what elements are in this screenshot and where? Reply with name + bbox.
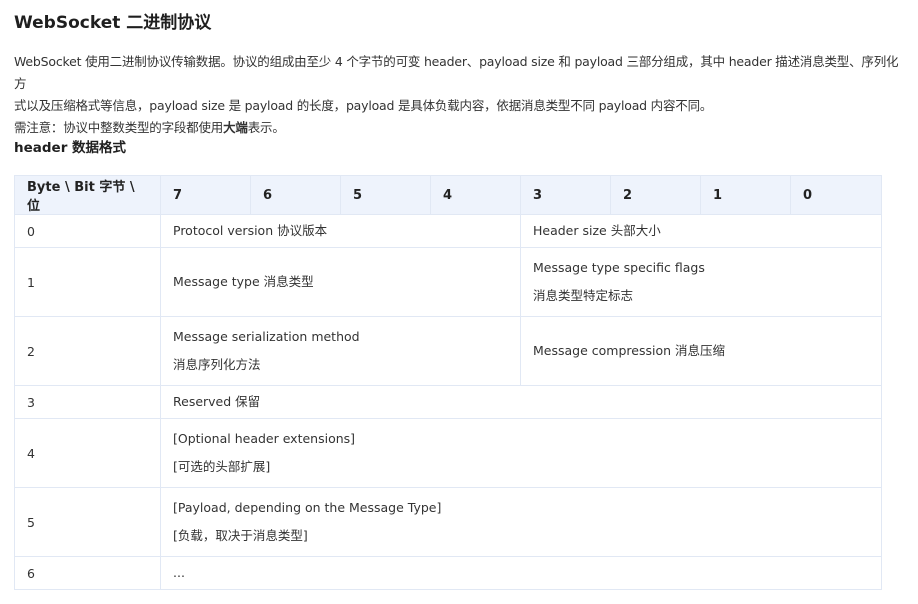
page-title: WebSocket 二进制协议: [14, 13, 212, 33]
note-prefix: 需注意：协议中整数类型的字段都使用: [14, 120, 224, 135]
cell-text: Message type 消息类型: [173, 274, 314, 289]
intro-line-2: 式以及压缩格式等信息，payload size 是 payload 的长度，pa…: [14, 98, 713, 113]
high-nibble-cell: Message type 消息类型: [160, 247, 521, 317]
cell-text: Message compression 消息压缩: [533, 343, 725, 358]
cell-text: Message type specific flags: [533, 260, 705, 275]
table-row: 1 Message type 消息类型 Message type specifi…: [14, 247, 882, 317]
column-header-bit-0: 0: [790, 175, 882, 215]
column-header-byte-bit: Byte \ Bit 字节 \ 位: [14, 175, 161, 215]
cell-text: Reserved 保留: [173, 394, 261, 409]
cell-text: 消息类型特定标志: [533, 288, 634, 303]
byte-index: 2: [14, 316, 161, 386]
column-header-bit-1: 1: [700, 175, 791, 215]
intro-note: 需注意：协议中整数类型的字段都使用大端表示。: [14, 117, 909, 139]
byte-index: 0: [14, 214, 161, 248]
cell-text: Protocol version 协议版本: [173, 223, 328, 238]
header-format-table: Byte \ Bit 字节 \ 位 7 6 5 4 3 2 1 0 0 Prot…: [14, 175, 882, 590]
cell-text: [Payload, depending on the Message Type]: [173, 500, 442, 515]
intro-paragraph: WebSocket 使用二进制协议传输数据。协议的组成由至少 4 个字节的可变 …: [14, 51, 909, 139]
high-nibble-cell: Message serialization method 消息序列化方法: [160, 316, 521, 386]
cell-text: [可选的头部扩展]: [173, 459, 271, 474]
byte-index: 6: [14, 556, 161, 590]
byte-index: 3: [14, 385, 161, 419]
column-header-bit-3: 3: [520, 175, 611, 215]
table-row: 4 [Optional header extensions] [可选的头部扩展]: [14, 418, 882, 488]
note-emphasis: 大端: [223, 120, 248, 135]
document-page: WebSocket 二进制协议 WebSocket 使用二进制协议传输数据。协议…: [0, 0, 918, 604]
full-byte-cell: Reserved 保留: [160, 385, 882, 419]
cell-text: 消息序列化方法: [173, 357, 261, 372]
table-row: 0 Protocol version 协议版本 Header size 头部大小: [14, 214, 882, 248]
cell-text: Message serialization method: [173, 329, 360, 344]
table-row: 3 Reserved 保留: [14, 385, 882, 419]
low-nibble-cell: Header size 头部大小: [520, 214, 882, 248]
intro-line-1: WebSocket 使用二进制协议传输数据。协议的组成由至少 4 个字节的可变 …: [14, 54, 899, 91]
column-header-bit-4: 4: [430, 175, 521, 215]
low-nibble-cell: Message compression 消息压缩: [520, 316, 882, 386]
byte-index: 1: [14, 247, 161, 317]
note-suffix: 表示。: [247, 120, 285, 135]
cell-text: [Optional header extensions]: [173, 431, 356, 446]
cell-text: ...: [173, 565, 185, 580]
cell-text: [负载，取决于消息类型]: [173, 528, 308, 543]
high-nibble-cell: Protocol version 协议版本: [160, 214, 521, 248]
table-header-row: Byte \ Bit 字节 \ 位 7 6 5 4 3 2 1 0: [14, 175, 882, 215]
section-title: header 数据格式: [14, 140, 127, 156]
byte-index: 4: [14, 418, 161, 488]
byte-index: 5: [14, 487, 161, 557]
low-nibble-cell: Message type specific flags 消息类型特定标志: [520, 247, 882, 317]
table-row: 6 ...: [14, 556, 882, 590]
full-byte-cell: ...: [160, 556, 882, 590]
column-header-bit-7: 7: [160, 175, 251, 215]
column-header-bit-6: 6: [250, 175, 341, 215]
column-header-bit-5: 5: [340, 175, 431, 215]
table-row: 2 Message serialization method 消息序列化方法 M…: [14, 316, 882, 386]
full-byte-cell: [Payload, depending on the Message Type]…: [160, 487, 882, 557]
cell-text: Header size 头部大小: [533, 223, 661, 238]
table-row: 5 [Payload, depending on the Message Typ…: [14, 487, 882, 557]
column-header-bit-2: 2: [610, 175, 701, 215]
full-byte-cell: [Optional header extensions] [可选的头部扩展]: [160, 418, 882, 488]
